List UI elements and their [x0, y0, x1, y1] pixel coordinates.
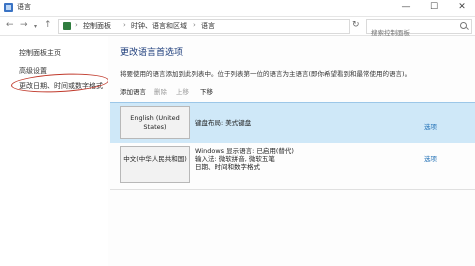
keyboard-layout-text: 键盘布局: 美式键盘: [195, 119, 252, 127]
language-row-chinese[interactable]: 中文(中华人民共和国) Windows 显示语言: 已启用(替代) 输入法: 微…: [110, 143, 475, 190]
control-panel-icon: [63, 22, 71, 30]
history-dropdown-icon[interactable]: ▾: [34, 21, 37, 32]
maximize-button[interactable]: ☐: [421, 0, 447, 16]
up-arrow-icon[interactable]: ↑: [44, 20, 52, 31]
sidebar-item-control-panel-home[interactable]: 控制面板主页: [19, 48, 61, 58]
language-info: Windows 显示语言: 已启用(替代) 输入法: 微软拼音, 微软五笔 日期…: [195, 147, 294, 171]
language-info: 键盘布局: 美式键盘: [195, 119, 251, 127]
options-link[interactable]: 选项: [424, 153, 437, 163]
breadcrumb-language[interactable]: 语言: [201, 21, 215, 31]
breadcrumb-clock-language-region[interactable]: 时钟、语言和区域: [131, 21, 187, 31]
search-box[interactable]: [366, 19, 472, 39]
display-language-text: Windows 显示语言: 已启用(替代): [195, 147, 294, 155]
window-title: 语言: [17, 3, 31, 11]
format-text: 日期、时间和数字格式: [195, 163, 260, 171]
language-app-icon: [4, 3, 13, 12]
page-title: 更改语言首选项: [120, 48, 184, 58]
language-window: 语言 — ☐ ✕ ← → ▾ ↑ › 控制面板 › 时钟、语言和区域 › 语言 …: [0, 0, 475, 266]
language-name-button[interactable]: 中文(中华人民共和国): [120, 146, 190, 183]
search-icon[interactable]: [460, 22, 467, 29]
breadcrumb-separator: ›: [123, 21, 126, 29]
sidebar: 控制面板主页 高级设置 更改日期、时间或数字格式: [0, 36, 110, 266]
title-bar: 语言 — ☐ ✕: [0, 0, 475, 17]
close-button[interactable]: ✕: [449, 0, 475, 16]
add-language-button[interactable]: 添加语言: [120, 86, 146, 96]
main-content: 更改语言首选项 将要使用的语言添加到此列表中。位于列表第一位的语言为主语言(即你…: [108, 36, 475, 266]
minimize-button[interactable]: —: [393, 0, 419, 16]
input-method-text: 输入法: 微软拼音, 微软五笔: [195, 155, 275, 163]
breadcrumb-control-panel[interactable]: 控制面板: [83, 21, 111, 31]
options-link[interactable]: 选项: [424, 121, 437, 131]
move-down-button[interactable]: 下移: [200, 86, 213, 96]
refresh-icon[interactable]: ↻: [352, 20, 360, 31]
breadcrumb[interactable]: › 控制面板 › 时钟、语言和区域 › 语言 ▾: [58, 19, 396, 34]
language-row-english[interactable]: English (United States) 键盘布局: 美式键盘 选项: [110, 102, 475, 144]
breadcrumb-separator: ›: [75, 21, 78, 29]
forward-arrow-icon[interactable]: →: [20, 20, 28, 31]
remove-button[interactable]: 删除: [154, 86, 167, 96]
back-arrow-icon[interactable]: ←: [6, 20, 14, 31]
language-toolbar: 添加语言 删除 上移 下移: [108, 84, 475, 98]
address-bar: ← → ▾ ↑ › 控制面板 › 时钟、语言和区域 › 语言 ▾ ↻: [0, 17, 475, 39]
language-name-button[interactable]: English (United States): [120, 106, 190, 139]
breadcrumb-separator: ›: [193, 21, 196, 29]
page-description: 将要使用的语言添加到此列表中。位于列表第一位的语言为主语言(即你希望看到和最常使…: [120, 70, 412, 78]
move-up-button[interactable]: 上移: [176, 86, 189, 96]
